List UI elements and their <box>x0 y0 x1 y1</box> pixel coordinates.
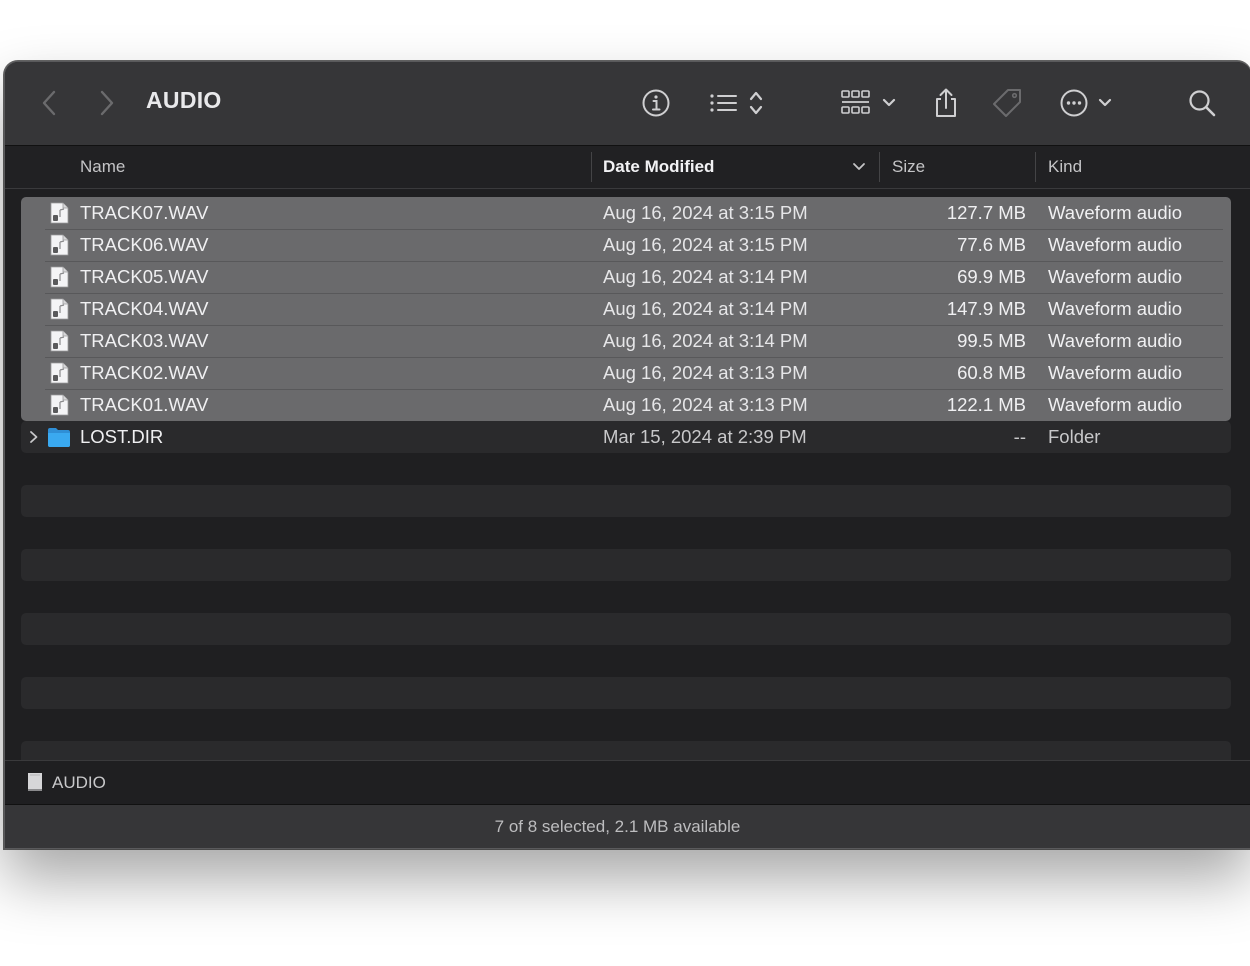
audio-file-icon <box>50 330 69 352</box>
file-date: Aug 16, 2024 at 3:15 PM <box>603 202 808 223</box>
empty-row <box>21 517 1231 549</box>
file-kind: Waveform audio <box>1048 202 1183 223</box>
list-view-icon <box>710 91 763 115</box>
empty-row <box>21 613 1231 645</box>
grid-group-icon <box>841 90 896 114</box>
empty-row <box>21 581 1231 613</box>
file-kind: Waveform audio <box>1048 234 1183 255</box>
file-name: TRACK01.WAV <box>80 394 209 415</box>
column-name[interactable]: Name <box>80 146 125 188</box>
file-size: 60.8 MB <box>957 362 1026 383</box>
file-kind: Waveform audio <box>1048 394 1183 415</box>
file-size: 122.1 MB <box>946 394 1026 415</box>
file-size: 127.7 MB <box>946 202 1026 223</box>
empty-row <box>21 549 1231 581</box>
file-row[interactable]: TRACK01.WAV Aug 16, 2024 at 3:13 PM 122.… <box>21 389 1231 421</box>
path-item-audio[interactable]: AUDIO <box>52 761 106 804</box>
tag-icon <box>993 89 1021 117</box>
file-row[interactable]: TRACK02.WAV Aug 16, 2024 at 3:13 PM 60.8… <box>21 357 1231 389</box>
column-divider[interactable] <box>879 152 880 182</box>
file-size: 99.5 MB <box>957 330 1026 351</box>
drive-icon <box>28 773 42 791</box>
audio-file-icon <box>50 234 69 256</box>
status-bar: 7 of 8 selected, 2.1 MB available <box>5 804 1250 848</box>
file-date: Aug 16, 2024 at 3:13 PM <box>603 362 808 383</box>
file-name: TRACK06.WAV <box>80 234 209 255</box>
file-size: 69.9 MB <box>957 266 1026 287</box>
search-button[interactable] <box>1185 86 1219 120</box>
file-size: -- <box>1013 426 1026 447</box>
file-size: 77.6 MB <box>957 234 1026 255</box>
audio-file-icon <box>50 362 69 384</box>
file-kind: Waveform audio <box>1048 330 1183 351</box>
file-row[interactable]: TRACK06.WAV Aug 16, 2024 at 3:15 PM 77.6… <box>21 229 1231 261</box>
empty-row <box>21 453 1231 485</box>
chevron-right-icon <box>30 431 38 443</box>
column-kind[interactable]: Kind <box>1048 146 1082 188</box>
audio-file-icon <box>50 298 69 320</box>
file-date: Mar 15, 2024 at 2:39 PM <box>603 426 807 447</box>
group-button[interactable] <box>839 86 899 120</box>
sort-chevron-icon[interactable] <box>852 162 866 172</box>
forward-button[interactable] <box>97 86 117 120</box>
disclosure-triangle[interactable] <box>29 421 43 453</box>
more-actions-button[interactable] <box>1059 86 1117 120</box>
file-name: TRACK03.WAV <box>80 330 209 351</box>
view-options-button[interactable] <box>705 86 771 120</box>
info-button[interactable] <box>639 86 673 120</box>
window-title: AUDIO <box>146 87 222 113</box>
column-header: Name Date Modified Size Kind <box>5 146 1250 189</box>
path-bar: AUDIO <box>5 760 1250 804</box>
info-circle-icon <box>642 89 670 117</box>
column-divider[interactable] <box>1035 152 1036 182</box>
chevron-left-icon <box>42 90 56 116</box>
ellipsis-circle-icon <box>1060 89 1112 117</box>
status-text: 7 of 8 selected, 2.1 MB available <box>494 817 741 836</box>
chevron-right-icon <box>100 90 114 116</box>
file-date: Aug 16, 2024 at 3:14 PM <box>603 330 808 351</box>
file-list: TRACK07.WAV Aug 16, 2024 at 3:15 PM 127.… <box>21 197 1231 773</box>
empty-row <box>21 677 1231 709</box>
search-icon <box>1189 90 1216 117</box>
file-row[interactable]: TRACK03.WAV Aug 16, 2024 at 3:14 PM 99.5… <box>21 325 1231 357</box>
file-name: TRACK04.WAV <box>80 298 209 319</box>
file-kind: Waveform audio <box>1048 362 1183 383</box>
empty-row <box>21 485 1231 517</box>
file-size: 147.9 MB <box>946 298 1026 319</box>
file-date: Aug 16, 2024 at 3:14 PM <box>603 266 808 287</box>
file-date: Aug 16, 2024 at 3:13 PM <box>603 394 808 415</box>
folder-icon <box>48 428 70 447</box>
column-size[interactable]: Size <box>892 146 925 188</box>
column-date-modified[interactable]: Date Modified <box>603 146 714 188</box>
file-name: TRACK05.WAV <box>80 266 209 287</box>
file-kind: Waveform audio <box>1048 266 1183 287</box>
file-date: Aug 16, 2024 at 3:14 PM <box>603 298 808 319</box>
file-kind: Folder <box>1048 426 1101 447</box>
file-name: TRACK02.WAV <box>80 362 209 383</box>
column-divider[interactable] <box>591 152 592 182</box>
folder-row[interactable]: LOST.DIR Mar 15, 2024 at 2:39 PM -- Fold… <box>21 421 1231 453</box>
file-name: LOST.DIR <box>80 426 164 447</box>
finder-window: AUDIO Name Date Modified Size Kind TRACK… <box>4 61 1250 849</box>
file-row[interactable]: TRACK07.WAV Aug 16, 2024 at 3:15 PM 127.… <box>21 197 1231 229</box>
file-row[interactable]: TRACK05.WAV Aug 16, 2024 at 3:14 PM 69.9… <box>21 261 1231 293</box>
audio-file-icon <box>50 266 69 288</box>
back-button[interactable] <box>39 86 59 120</box>
share-button[interactable] <box>929 86 963 120</box>
empty-row <box>21 645 1231 677</box>
toolbar: AUDIO <box>5 62 1250 146</box>
file-row[interactable]: TRACK04.WAV Aug 16, 2024 at 3:14 PM 147.… <box>21 293 1231 325</box>
file-name: TRACK07.WAV <box>80 202 209 223</box>
audio-file-icon <box>50 394 69 416</box>
empty-row <box>21 709 1231 741</box>
file-kind: Waveform audio <box>1048 298 1183 319</box>
file-date: Aug 16, 2024 at 3:15 PM <box>603 234 808 255</box>
share-icon <box>936 88 956 117</box>
audio-file-icon <box>50 202 69 224</box>
tag-button[interactable] <box>990 86 1024 120</box>
